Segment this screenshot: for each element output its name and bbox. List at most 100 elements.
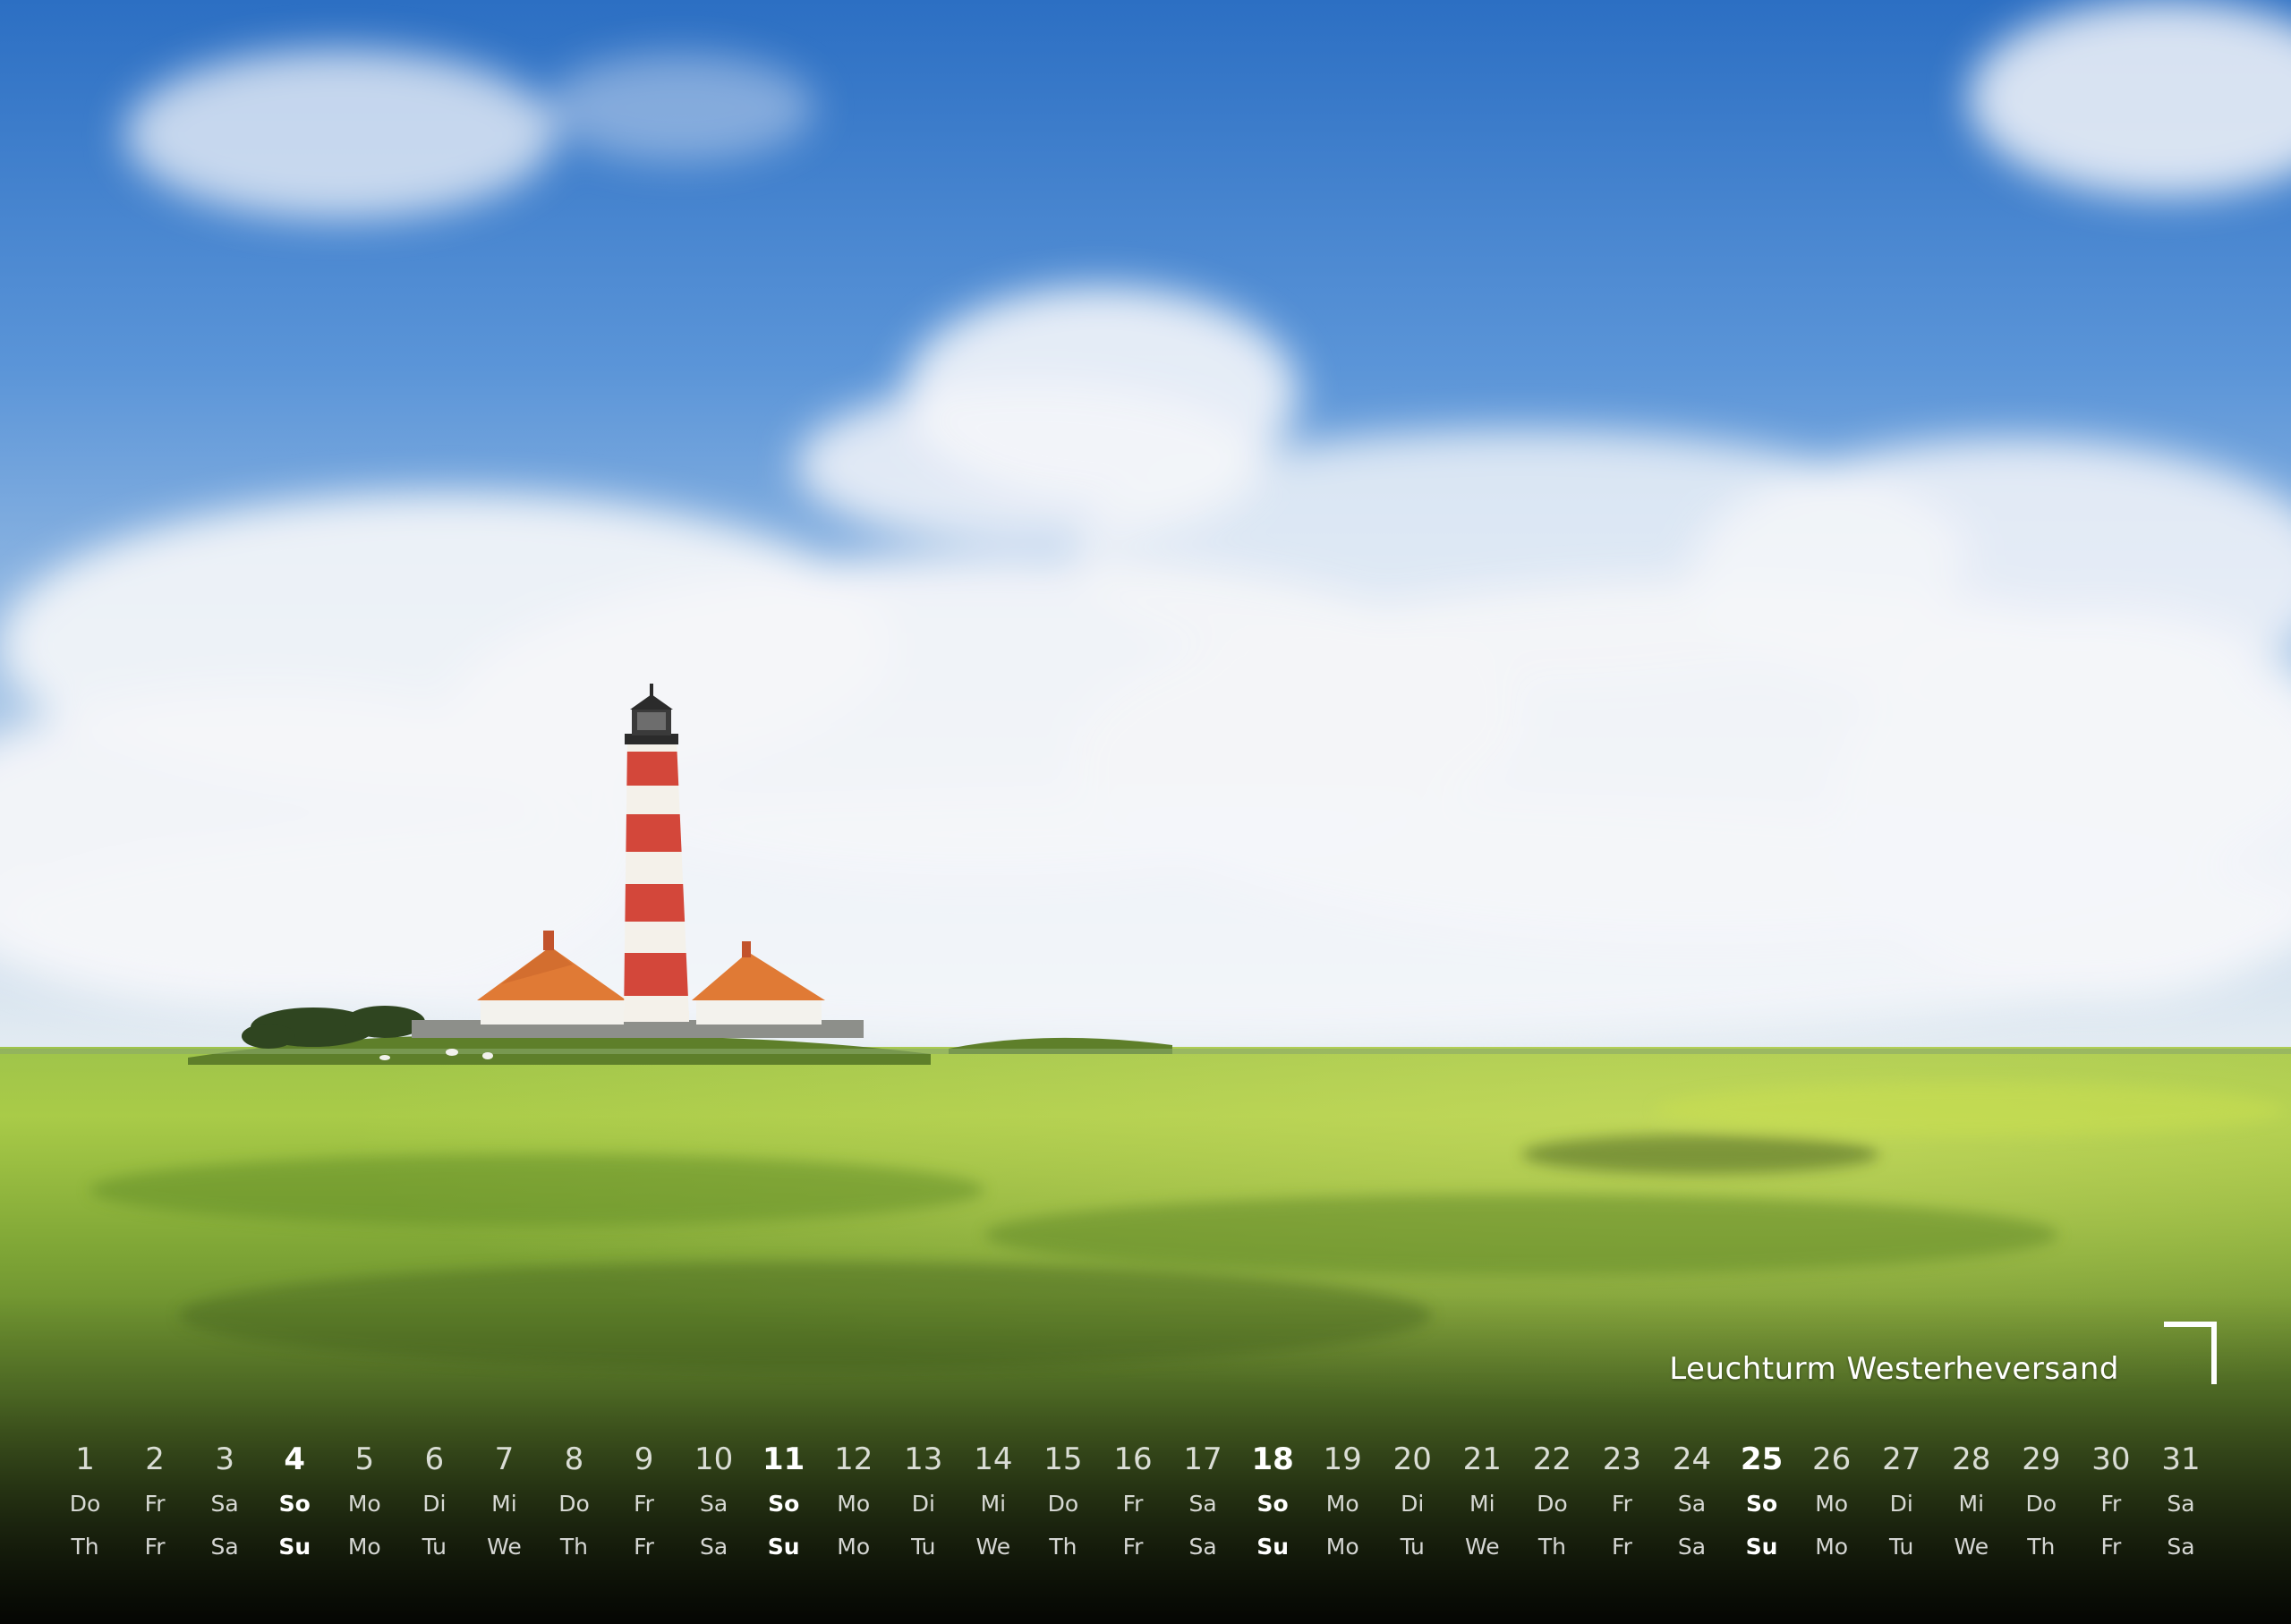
weekday-english: Th — [71, 1534, 99, 1560]
day-number: 29 — [2022, 1441, 2061, 1477]
calendar-day: 30 Fr Fr — [2076, 1436, 2146, 1570]
weekday-german: So — [278, 1491, 311, 1517]
weekday-german: Di — [422, 1491, 447, 1517]
weekday-english: Fr — [634, 1534, 654, 1560]
weekday-german: Fr — [2100, 1491, 2122, 1517]
weekday-english: Su — [1745, 1534, 1778, 1560]
day-number: 13 — [904, 1441, 943, 1477]
day-number: 7 — [494, 1441, 515, 1477]
day-number: 22 — [1532, 1441, 1571, 1477]
calendar-day: 6 Di Tu — [399, 1436, 469, 1570]
weekday-german: Do — [1537, 1491, 1568, 1517]
day-number: 26 — [1812, 1441, 1852, 1477]
weekday-german: Mi — [491, 1491, 517, 1517]
day-number: 2 — [145, 1441, 165, 1477]
calendar-day: 5 Mo Mo — [329, 1436, 399, 1570]
day-number: 4 — [284, 1441, 306, 1477]
weekday-english: Th — [2027, 1534, 2056, 1560]
weekday-german: Fr — [1612, 1491, 1632, 1517]
day-number: 1 — [75, 1441, 95, 1477]
day-number: 20 — [1392, 1441, 1432, 1477]
calendar-day: 25 So Su — [1727, 1436, 1797, 1570]
calendar-day: 23 Fr Fr — [1587, 1436, 1657, 1570]
day-number: 17 — [1183, 1441, 1222, 1477]
weekday-german: Mo — [837, 1491, 871, 1517]
calendar-day: 12 Mo Mo — [819, 1436, 889, 1570]
day-number: 27 — [1882, 1441, 1921, 1477]
calendar-day: 14 Mi We — [958, 1436, 1028, 1570]
day-number: 24 — [1672, 1441, 1712, 1477]
weekday-english: Sa — [210, 1534, 239, 1560]
weekday-german: Di — [1889, 1491, 1913, 1517]
calendar-day: 13 Di Tu — [889, 1436, 958, 1570]
weekday-german: Do — [69, 1491, 101, 1517]
weekday-german: Do — [2025, 1491, 2057, 1517]
weekday-english: Su — [1256, 1534, 1290, 1560]
weekday-german: Fr — [144, 1491, 166, 1517]
weekday-english: Mo — [1325, 1534, 1359, 1560]
calendar-day: 17 Sa Sa — [1168, 1436, 1238, 1570]
day-number: 25 — [1740, 1441, 1784, 1477]
weekday-german: Mo — [1325, 1491, 1359, 1517]
weekday-english: Fr — [1122, 1534, 1144, 1560]
day-number: 9 — [634, 1441, 654, 1477]
day-number: 10 — [694, 1441, 734, 1477]
day-number: 28 — [1952, 1441, 1991, 1477]
calendar-day: 18 So Su — [1238, 1436, 1307, 1570]
weekday-english: Fr — [144, 1534, 166, 1560]
day-number: 12 — [834, 1441, 873, 1477]
calendar-day: 15 Do Th — [1028, 1436, 1098, 1570]
calendar-day: 1 Do Th — [50, 1436, 120, 1570]
weekday-german: Mi — [1958, 1491, 1985, 1517]
weekday-german: So — [1745, 1491, 1778, 1517]
weekday-english: Tu — [422, 1534, 447, 1560]
weekday-german: Sa — [210, 1491, 239, 1517]
weekday-english: We — [1464, 1534, 1500, 1560]
day-number: 19 — [1323, 1441, 1362, 1477]
calendar-day: 8 Do Th — [539, 1436, 609, 1570]
calendar-day: 7 Mi We — [469, 1436, 539, 1570]
weekday-english: We — [1954, 1534, 1989, 1560]
weekday-german: So — [1256, 1491, 1289, 1517]
weekday-english: Th — [559, 1534, 589, 1560]
weekday-german: Fr — [1122, 1491, 1144, 1517]
weekday-english: Mo — [837, 1534, 871, 1560]
weekday-german: Di — [911, 1491, 935, 1517]
calendar-day: 22 Do Th — [1517, 1436, 1587, 1570]
calendar-day: 19 Mo Mo — [1307, 1436, 1377, 1570]
calendar-day: 26 Mo Mo — [1797, 1436, 1867, 1570]
calendar-day: 31 Sa Sa — [2146, 1436, 2216, 1570]
weekday-english: Su — [278, 1534, 311, 1560]
weekday-english: Tu — [911, 1534, 936, 1560]
weekday-english: Tu — [1889, 1534, 1914, 1560]
weekday-english: Su — [767, 1534, 800, 1560]
weekday-english: We — [487, 1534, 522, 1560]
weekday-english: Mo — [347, 1534, 381, 1560]
calendar-day: 27 Di Tu — [1867, 1436, 1937, 1570]
weekday-german: Do — [558, 1491, 590, 1517]
weekday-english: Sa — [2167, 1534, 2195, 1560]
calendar-day: 2 Fr Fr — [120, 1436, 190, 1570]
day-number: 6 — [424, 1441, 445, 1477]
weekday-english: Fr — [1612, 1534, 1632, 1560]
weekday-english: Sa — [1188, 1534, 1217, 1560]
weekday-english: Sa — [1677, 1534, 1707, 1560]
calendar-day: 11 So Su — [749, 1436, 819, 1570]
weekday-german: Fr — [634, 1491, 654, 1517]
weekday-german: Sa — [700, 1491, 728, 1517]
day-number: 3 — [215, 1441, 234, 1477]
day-number: 14 — [974, 1441, 1013, 1477]
calendar-day: 4 So Su — [260, 1436, 329, 1570]
day-number: 21 — [1462, 1441, 1502, 1477]
weekday-german: Mi — [1469, 1491, 1495, 1517]
weekday-german: Di — [1401, 1491, 1425, 1517]
photo-caption: Leuchturm Westerheversand — [1669, 1351, 2119, 1387]
calendar-day: 20 Di Tu — [1377, 1436, 1447, 1570]
weekday-english: Th — [1049, 1534, 1077, 1560]
calendar-day: 9 Fr Fr — [609, 1436, 679, 1570]
calendar-day: 21 Mi We — [1447, 1436, 1517, 1570]
weekday-german: So — [768, 1491, 800, 1517]
day-number: 16 — [1113, 1441, 1153, 1477]
weekday-english: Sa — [700, 1534, 728, 1560]
weekday-english: Fr — [2100, 1534, 2122, 1560]
